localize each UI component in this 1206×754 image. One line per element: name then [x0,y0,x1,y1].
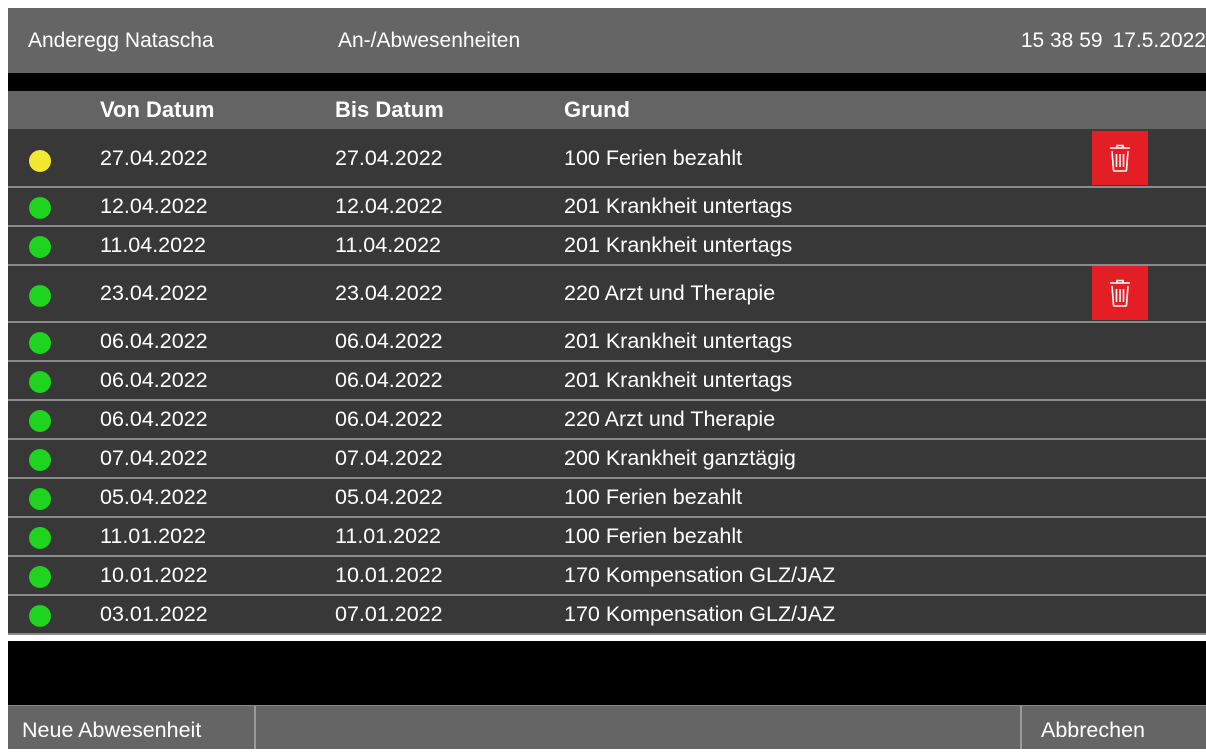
trash-icon [1108,278,1132,308]
status-dot [29,410,51,432]
status-dot [29,488,51,510]
row-von-datum: 06.04.2022 [100,329,208,353]
new-absence-button[interactable]: Neue Abwesenheit [8,706,256,749]
table-row[interactable]: 23.04.2022 23.04.2022 220 Arzt und Therapi… [8,266,1206,323]
row-grund: 200 Krankheit ganztägig [564,446,796,470]
table-row[interactable]: 06.04.2022 06.04.2022 201 Krankheit untert… [8,323,1206,362]
row-bis-datum: 12.04.2022 [335,194,443,218]
row-bis-datum: 06.04.2022 [335,329,443,353]
row-grund: 201 Krankheit untertags [564,194,793,218]
row-bis-datum: 10.01.2022 [335,563,443,587]
row-grund: 201 Krankheit untertags [564,329,793,353]
status-dot [29,150,51,172]
row-von-datum: 06.04.2022 [100,407,208,431]
row-grund: 170 Kompensation GLZ/JAZ [564,563,836,587]
row-von-datum: 23.04.2022 [100,281,208,305]
table-header: Von Datum Bis Datum Grund [8,91,1206,131]
delete-button[interactable] [1092,131,1148,185]
table-row[interactable]: 06.04.2022 06.04.2022 220 Arzt und Therapi… [8,401,1206,440]
row-bis-datum: 07.01.2022 [335,602,443,626]
table-row[interactable]: 11.01.2022 11.01.2022 100 Ferien bezahlt [8,518,1206,557]
row-bis-datum: 11.01.2022 [335,524,442,548]
row-bis-datum: 07.04.2022 [335,446,443,470]
delete-button[interactable] [1092,266,1148,320]
row-grund: 100 Ferien bezahlt [564,485,743,509]
clock: 15 38 59 17.5.2022 [1021,8,1206,73]
status-dot [29,371,51,393]
status-dot [29,197,51,219]
row-von-datum: 11.04.2022 [100,233,207,257]
row-bis-datum: 27.04.2022 [335,146,443,170]
row-grund: 201 Krankheit untertags [564,233,793,257]
table-row[interactable]: 27.04.2022 27.04.2022 100 Ferien bezahlt [8,131,1206,188]
row-grund: 220 Arzt und Therapie [564,281,776,305]
column-header-grund: Grund [564,97,630,122]
row-bis-datum: 11.04.2022 [335,233,442,257]
row-grund: 100 Ferien bezahlt [564,524,743,548]
table-row[interactable]: 05.04.2022 05.04.2022 100 Ferien bezahlt [8,479,1206,518]
row-von-datum: 03.01.2022 [100,602,208,626]
separator-band [8,73,1206,91]
status-dot [29,527,51,549]
row-grund: 100 Ferien bezahlt [564,146,743,170]
row-von-datum: 07.04.2022 [100,446,208,470]
clock-time: 15 38 59 [1020,29,1103,52]
row-bis-datum: 23.04.2022 [335,281,443,305]
table-row[interactable]: 03.01.2022 07.01.2022 170 Kompensation GLZ… [8,596,1206,635]
row-von-datum: 27.04.2022 [100,146,208,170]
empty-list-area [8,641,1206,705]
cancel-button[interactable]: Abbrechen [1020,706,1206,749]
row-grund: 170 Kompensation GLZ/JAZ [564,602,836,626]
absence-list: 27.04.2022 27.04.2022 100 Ferien bezahlt 12… [8,131,1206,635]
row-von-datum: 12.04.2022 [100,194,208,218]
footer-bar: Neue Abwesenheit Abbrechen [8,705,1206,749]
table-row[interactable]: 12.04.2022 12.04.2022 201 Krankheit untert… [8,188,1206,227]
page-title: An-/Abwesenheiten [338,29,521,52]
row-von-datum: 05.04.2022 [100,485,208,509]
status-dot [29,449,51,471]
trash-icon [1108,143,1132,173]
status-dot [29,285,51,307]
row-von-datum: 10.01.2022 [100,563,208,587]
row-grund: 201 Krankheit untertags [564,368,793,392]
user-name: Anderegg Natascha [28,29,214,52]
status-dot [29,605,51,627]
status-dot [29,236,51,258]
table-row[interactable]: 11.04.2022 11.04.2022 201 Krankheit untert… [8,227,1206,266]
table-row[interactable]: 10.01.2022 10.01.2022 170 Kompensation GLZ… [8,557,1206,596]
column-header-bis-datum: Bis Datum [335,97,444,122]
row-von-datum: 11.01.2022 [100,524,207,548]
column-header-von-datum: Von Datum [100,97,215,122]
row-grund: 220 Arzt und Therapie [564,407,776,431]
table-row[interactable]: 07.04.2022 07.04.2022 200 Krankheit ganztä… [8,440,1206,479]
row-bis-datum: 06.04.2022 [335,368,443,392]
row-von-datum: 06.04.2022 [100,368,208,392]
table-row[interactable]: 06.04.2022 06.04.2022 201 Krankheit untert… [8,362,1206,401]
row-bis-datum: 06.04.2022 [335,407,443,431]
status-dot [29,332,51,354]
top-bar: Anderegg Natascha An-/Abwesenheiten 15 3… [8,8,1206,74]
row-bis-datum: 05.04.2022 [335,485,443,509]
clock-date: 17.5.2022 [1112,29,1206,52]
status-dot [29,566,51,588]
